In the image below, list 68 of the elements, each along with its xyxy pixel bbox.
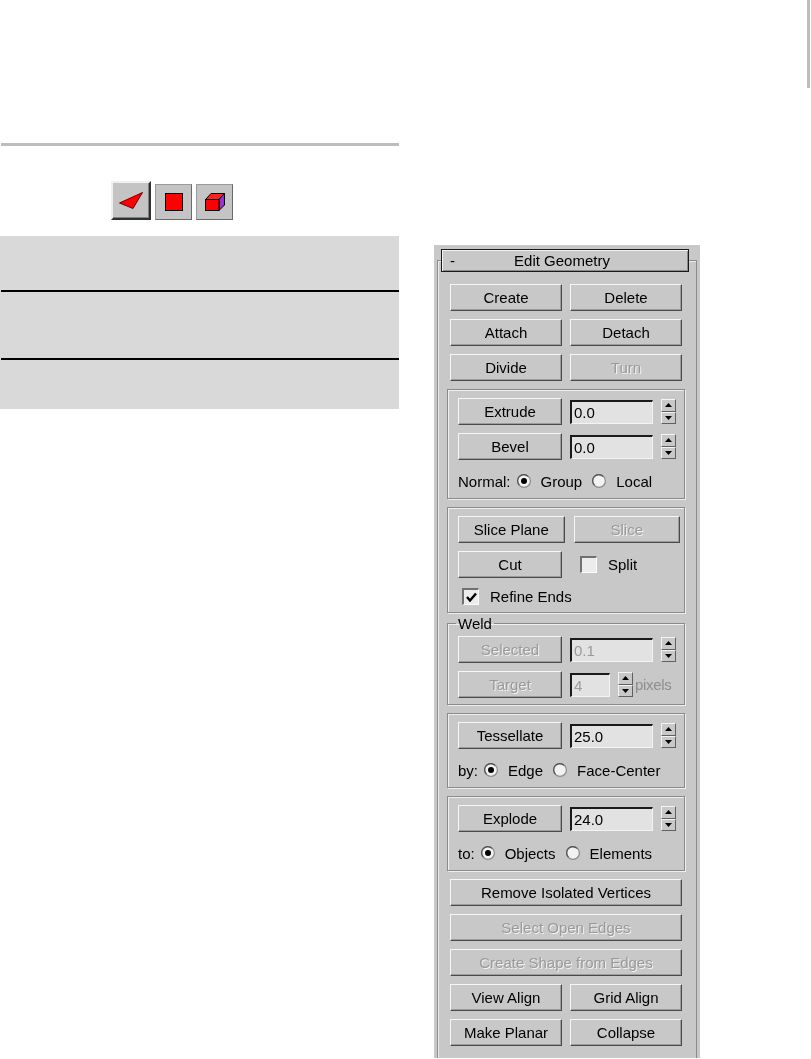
toolbar-button[interactable] xyxy=(196,184,233,220)
spinner-button[interactable] xyxy=(661,723,676,748)
up-arrow-icon xyxy=(665,810,672,815)
radio-group-label: Normal: xyxy=(458,472,511,490)
toolbar-button[interactable] xyxy=(155,184,192,220)
checkbox-label: Split xyxy=(608,556,638,573)
radio-label: Local xyxy=(616,472,653,490)
radio-label: Elements xyxy=(589,844,653,862)
down-arrow-icon xyxy=(665,653,672,658)
radio-button[interactable] xyxy=(565,846,580,860)
checkbox[interactable] xyxy=(580,556,597,573)
square-icon xyxy=(164,193,183,211)
down-arrow-icon xyxy=(665,739,672,744)
down-arrow-icon xyxy=(665,450,672,455)
command-button[interactable]: Slice Plane xyxy=(458,516,565,543)
checkmark-icon xyxy=(465,591,477,602)
command-button[interactable]: Make Planar xyxy=(450,1019,562,1046)
up-arrow-icon xyxy=(665,403,672,408)
group-label: Weld xyxy=(457,615,493,632)
spinner-button[interactable] xyxy=(618,672,633,697)
command-button[interactable]: Create xyxy=(450,284,562,311)
number-field[interactable]: 0.0 xyxy=(570,434,653,459)
spinner-button[interactable] xyxy=(661,806,676,831)
command-button[interactable]: Attach xyxy=(450,319,562,346)
command-button[interactable]: Collapse xyxy=(570,1019,682,1046)
command-button[interactable]: Bevel xyxy=(458,433,562,460)
cube-icon xyxy=(204,193,225,211)
command-button[interactable]: Cut xyxy=(458,551,562,578)
radio-label: Edge xyxy=(508,761,544,779)
down-arrow-icon xyxy=(665,822,672,827)
number-field[interactable]: 24.0 xyxy=(570,806,653,831)
command-button[interactable]: Explode xyxy=(458,805,562,832)
checkbox[interactable] xyxy=(462,587,479,605)
number-field[interactable]: 0.0 xyxy=(570,399,653,424)
radio-button[interactable] xyxy=(480,846,495,860)
rollout-title: Edit Geometry xyxy=(513,252,611,269)
up-arrow-icon xyxy=(665,438,672,443)
command-button[interactable]: Divide xyxy=(450,354,562,381)
down-arrow-icon xyxy=(622,688,629,693)
command-button[interactable]: Tessellate xyxy=(458,722,562,749)
command-button[interactable]: Grid Align xyxy=(570,984,682,1011)
spinner-button[interactable] xyxy=(661,434,676,459)
command-button[interactable]: Detach xyxy=(570,319,682,346)
unit-label: pixels xyxy=(635,676,672,693)
radio-button[interactable] xyxy=(484,763,498,777)
radio-label: Face-Center xyxy=(577,761,661,779)
up-arrow-icon xyxy=(665,641,672,646)
radio-button[interactable] xyxy=(553,763,568,777)
command-button[interactable]: Remove Isolated Vertices xyxy=(450,879,682,906)
radio-label: Group xyxy=(540,472,583,490)
command-button[interactable]: Extrude xyxy=(458,398,562,425)
triangle-icon xyxy=(119,192,143,209)
rollout-header[interactable]: - Edit Geometry xyxy=(441,249,689,272)
radio-group-label: by: xyxy=(458,761,478,779)
collapse-toggle[interactable]: - xyxy=(450,252,474,269)
number-field[interactable]: 25.0 xyxy=(570,723,653,748)
command-button[interactable]: View Align xyxy=(450,984,562,1011)
spinner-button[interactable] xyxy=(661,399,676,424)
up-arrow-icon xyxy=(665,727,672,732)
radio-group-label: to: xyxy=(458,844,475,862)
up-arrow-icon xyxy=(622,676,629,681)
checkbox-label: Refine Ends xyxy=(490,587,572,605)
command-button[interactable]: Delete xyxy=(570,284,682,311)
radio-button[interactable] xyxy=(516,474,531,488)
radio-label: Objects xyxy=(504,844,556,862)
down-arrow-icon xyxy=(665,415,672,420)
radio-button[interactable] xyxy=(592,474,607,488)
spinner-button[interactable] xyxy=(661,637,676,662)
